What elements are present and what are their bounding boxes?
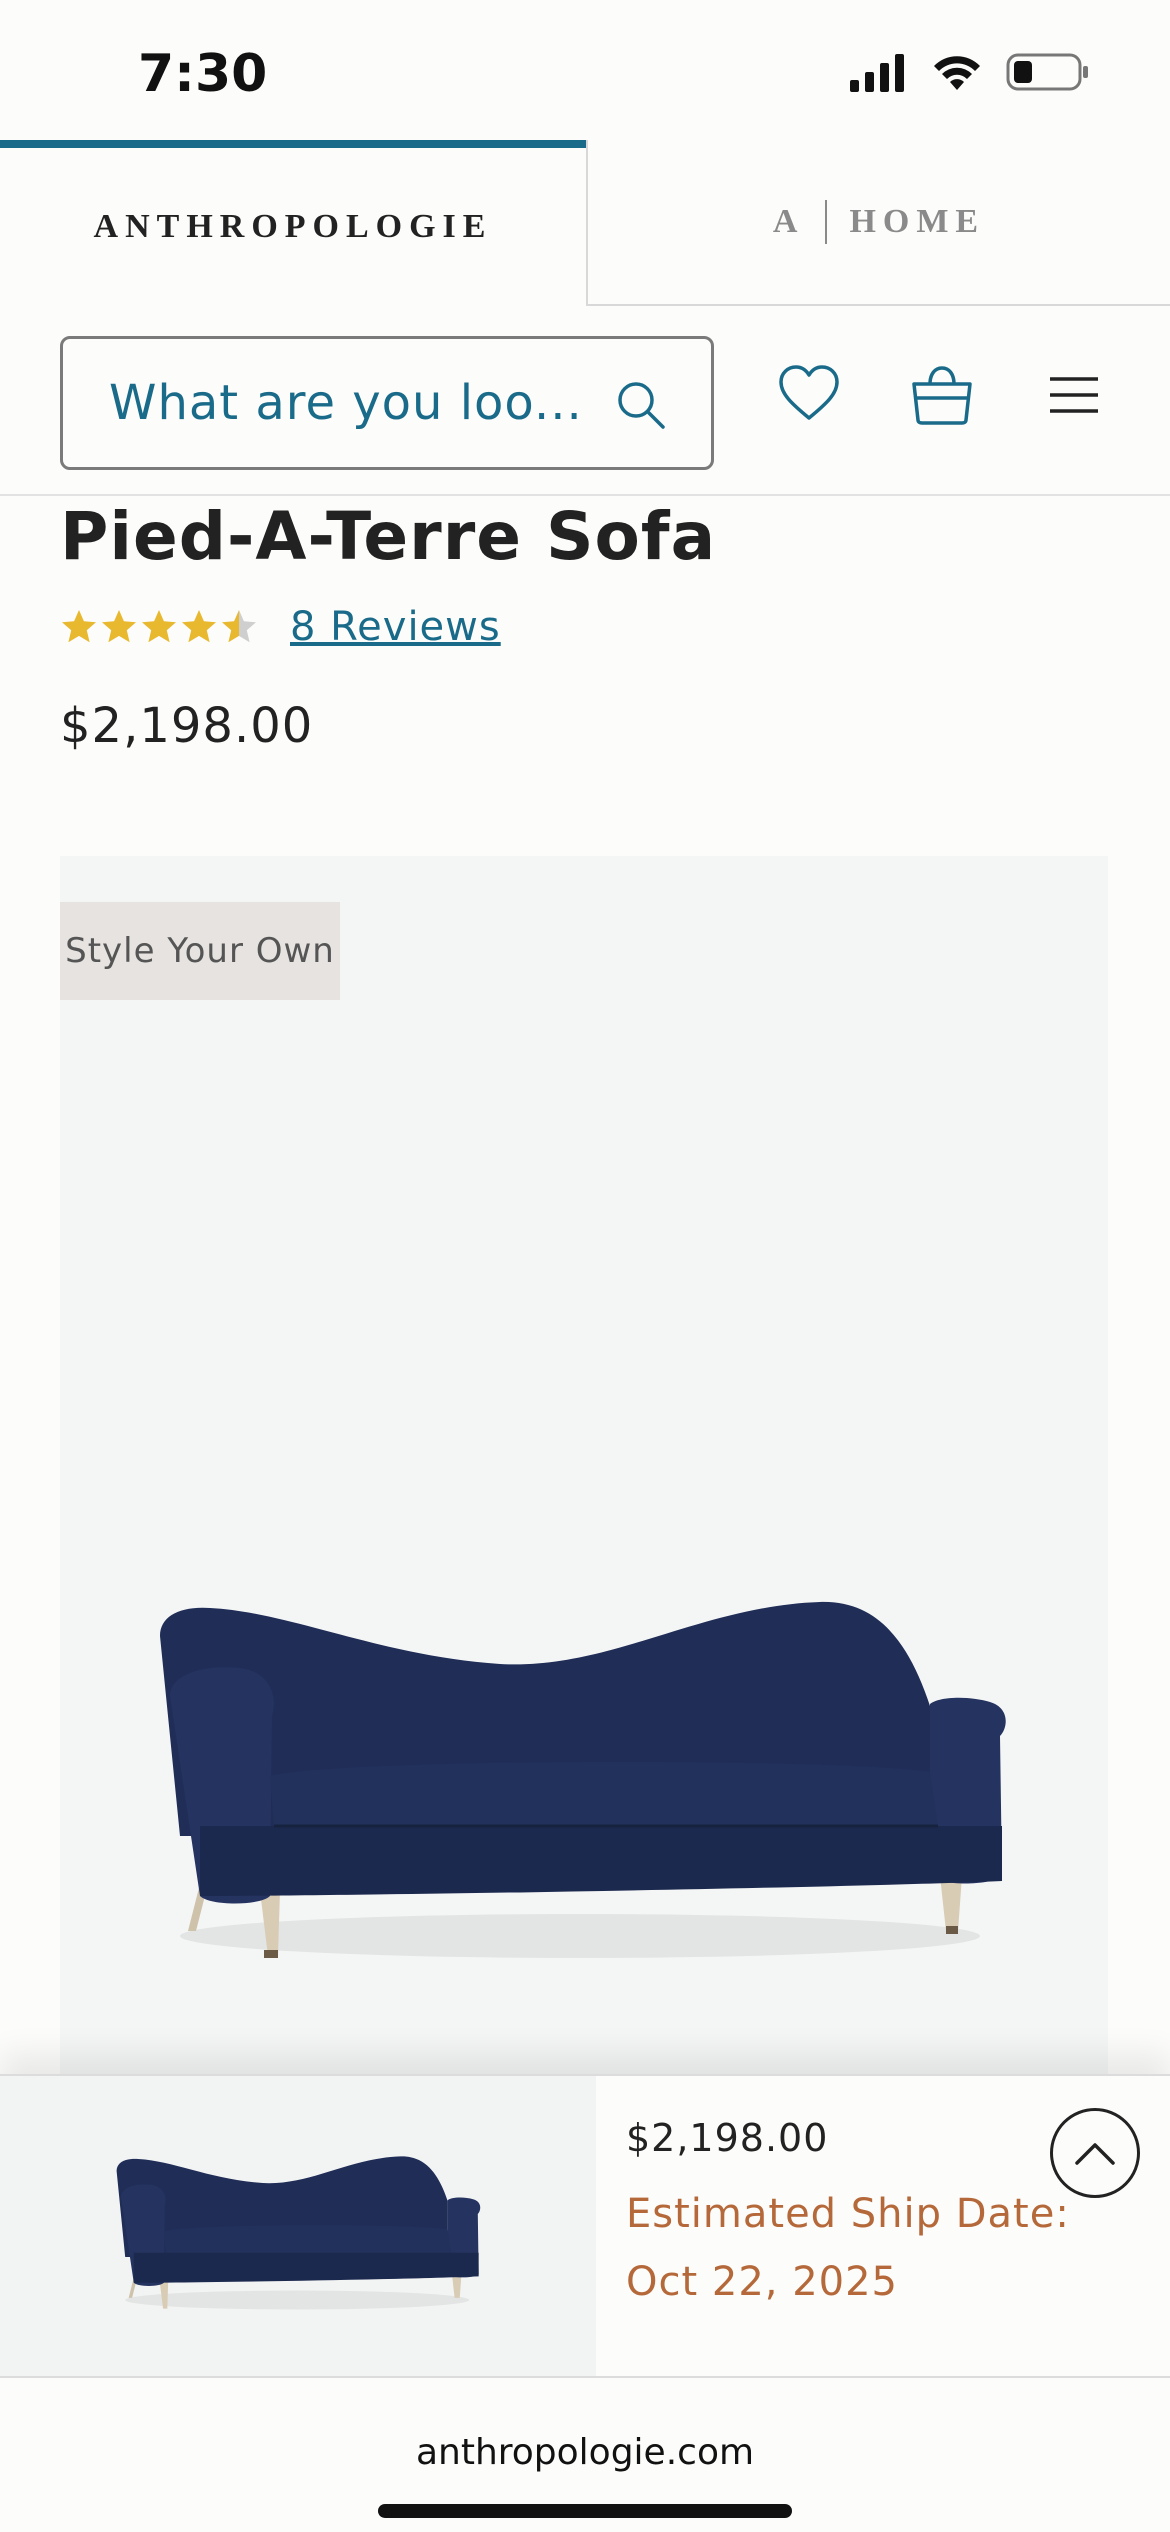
badge-label: Style Your Own: [65, 931, 335, 971]
browser-url-bar[interactable]: anthropologie.com: [0, 2376, 1170, 2532]
sticky-price: $2,198.00: [626, 2116, 829, 2160]
sofa-thumbnail-image: [116, 2156, 481, 2310]
bag-icon[interactable]: [910, 364, 974, 426]
wifi-icon: [934, 56, 980, 90]
sofa-image: [160, 1601, 1006, 1958]
tab-home-label: HOME: [849, 203, 986, 240]
tab-anthropologie[interactable]: ANTHROPOLOGIE: [0, 140, 586, 306]
search-input[interactable]: What are you loo...: [60, 336, 714, 470]
tab-home-divider: [825, 200, 828, 244]
product-image[interactable]: Style Your Own: [60, 856, 1108, 2076]
tab-anthropologie-label: ANTHROPOLOGIE: [93, 208, 493, 245]
star-icon: [222, 610, 256, 643]
star-icon: [62, 610, 96, 643]
product-price: $2,198.00: [60, 698, 314, 754]
star-icon: [102, 610, 136, 643]
url-text: anthropologie.com: [415, 2432, 755, 2473]
status-time: 7:30: [138, 44, 268, 104]
star-icon: [182, 610, 216, 643]
menu-icon[interactable]: [1048, 376, 1100, 414]
heart-icon[interactable]: [778, 364, 840, 424]
scroll-to-top-button[interactable]: [1050, 2108, 1140, 2198]
battery-icon: [1006, 53, 1088, 91]
cellular-signal-icon: [850, 54, 904, 92]
search-placeholder: What are you loo...: [109, 375, 583, 431]
tab-a-home[interactable]: A HOME: [586, 140, 1170, 306]
tab-home-a-letter: A: [772, 203, 804, 240]
style-your-own-badge: Style Your Own: [60, 902, 340, 1000]
rating-row: 8 Reviews: [60, 604, 501, 650]
sticky-product-thumbnail[interactable]: [0, 2076, 596, 2376]
star-rating: [60, 608, 258, 646]
status-bar: 7:30: [0, 0, 1170, 140]
header: What are you loo...: [0, 306, 1170, 496]
search-icon[interactable]: [615, 379, 667, 431]
sticky-add-to-bag-bar: $2,198.00 Estimated Ship Date: Oct 22, 2…: [0, 2074, 1170, 2376]
brand-tabs: ANTHROPOLOGIE A HOME: [0, 140, 1170, 306]
reviews-link[interactable]: 8 Reviews: [290, 604, 501, 650]
status-icons: [848, 52, 1090, 92]
star-icon: [142, 610, 176, 643]
chevron-up-icon: [1075, 2143, 1115, 2165]
product-title: Pied-A-Terre Sofa: [60, 498, 717, 575]
estimated-ship-date: Estimated Ship Date: Oct 22, 2025: [626, 2191, 1070, 2305]
home-indicator[interactable]: [378, 2504, 792, 2518]
